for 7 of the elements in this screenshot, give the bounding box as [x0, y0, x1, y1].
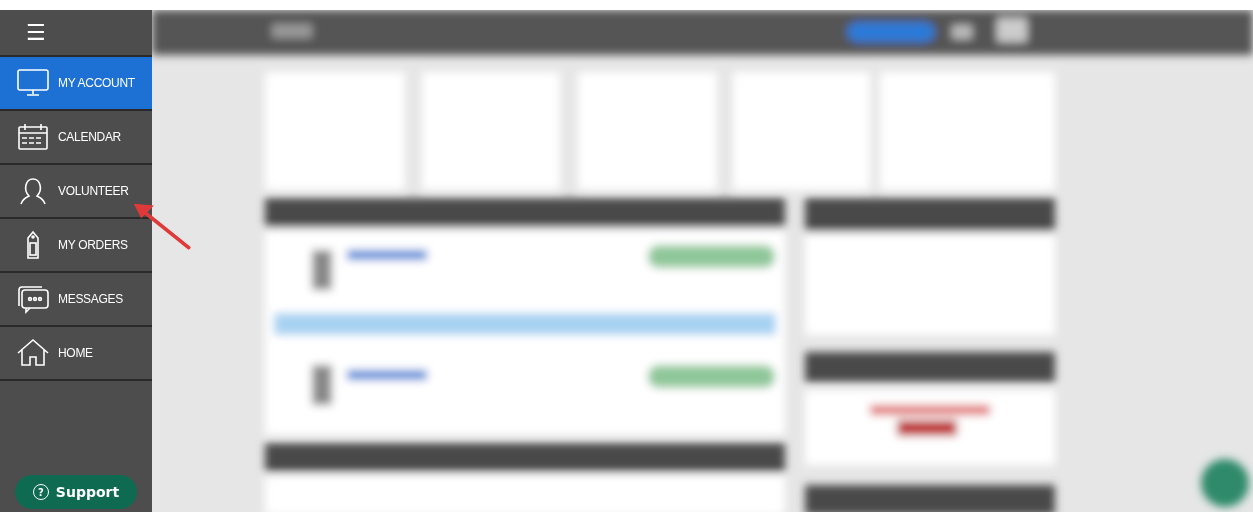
chat-icon [16, 284, 50, 314]
menu-icon[interactable]: ☰ [26, 20, 46, 45]
calendar-icon [16, 122, 50, 152]
sidebar-item[interactable]: MY ACCOUNT [0, 57, 152, 111]
monitor-icon [16, 68, 50, 98]
support-button[interactable]: ? Support [14, 475, 138, 509]
house-icon [16, 338, 50, 368]
